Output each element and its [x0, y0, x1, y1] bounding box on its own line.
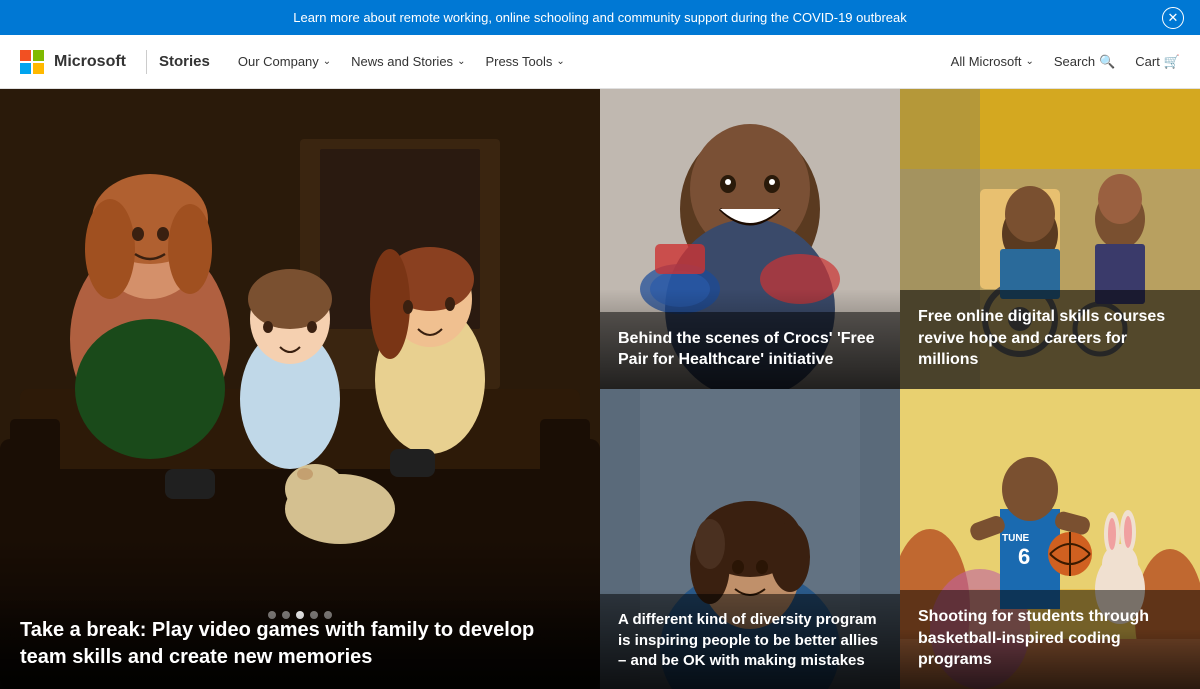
skills-card[interactable]: Free online digital skills courses reviv… — [900, 89, 1200, 389]
skills-title: Free online digital skills courses reviv… — [918, 306, 1182, 371]
basketball-card[interactable]: 6 TUNE — [900, 389, 1200, 689]
navbar: Microsoft Stories Our Company ⌄ News and… — [0, 35, 1200, 89]
microsoft-logo — [20, 50, 44, 74]
nav-links: Our Company ⌄ News and Stories ⌄ Press T… — [230, 50, 573, 73]
logo-yellow — [33, 63, 44, 74]
brand-name: Microsoft — [54, 53, 126, 71]
logo-red — [20, 50, 31, 61]
svg-text:TUNE: TUNE — [1002, 533, 1030, 544]
banner-text: Learn more about remote working, online … — [293, 10, 907, 25]
crocs-overlay: Behind the scenes of Crocs' 'Free Pair f… — [600, 312, 900, 389]
close-icon: ✕ — [1168, 10, 1179, 26]
search-icon: 🔍 — [1099, 54, 1115, 70]
logo-blue — [20, 63, 31, 74]
basketball-title: Shooting for students through basketball… — [918, 606, 1182, 671]
diversity-overlay: A different kind of diversity program is… — [600, 594, 900, 689]
banner-close-button[interactable]: ✕ — [1162, 7, 1184, 29]
diversity-title: A different kind of diversity program is… — [618, 610, 882, 671]
logo-group[interactable]: Microsoft — [20, 50, 126, 74]
nav-our-company[interactable]: Our Company ⌄ — [230, 50, 339, 73]
svg-text:6: 6 — [1018, 544, 1030, 569]
chevron-down-icon: ⌄ — [457, 56, 465, 67]
content-grid: Take a break: Play video games with fami… — [0, 89, 1200, 684]
nav-news-stories[interactable]: News and Stories ⌄ — [343, 50, 473, 73]
crocs-title: Behind the scenes of Crocs' 'Free Pair f… — [618, 328, 882, 371]
hero-card[interactable]: Take a break: Play video games with fami… — [0, 89, 600, 689]
chevron-down-icon: ⌄ — [556, 56, 564, 67]
crocs-card[interactable]: Behind the scenes of Crocs' 'Free Pair f… — [600, 89, 900, 389]
search-button[interactable]: Search 🔍 — [1054, 54, 1115, 70]
nav-divider — [146, 50, 147, 74]
cart-button[interactable]: Cart 🛒 — [1135, 54, 1180, 70]
nav-section[interactable]: Stories — [159, 53, 210, 70]
covid-banner: Learn more about remote working, online … — [0, 0, 1200, 35]
basketball-overlay: Shooting for students through basketball… — [900, 590, 1200, 689]
chevron-down-icon: ⌄ — [1025, 56, 1033, 67]
logo-green — [33, 50, 44, 61]
nav-press-tools[interactable]: Press Tools ⌄ — [477, 50, 572, 73]
hero-title: Take a break: Play video games with fami… — [20, 617, 580, 671]
all-microsoft-button[interactable]: All Microsoft ⌄ — [951, 54, 1034, 69]
diversity-card[interactable]: A different kind of diversity program is… — [600, 389, 900, 689]
cart-icon: 🛒 — [1164, 54, 1180, 70]
chevron-down-icon: ⌄ — [323, 56, 331, 67]
hero-overlay: Take a break: Play video games with fami… — [0, 597, 600, 689]
skills-overlay: Free online digital skills courses reviv… — [900, 290, 1200, 389]
nav-right: All Microsoft ⌄ Search 🔍 Cart 🛒 — [951, 54, 1180, 70]
